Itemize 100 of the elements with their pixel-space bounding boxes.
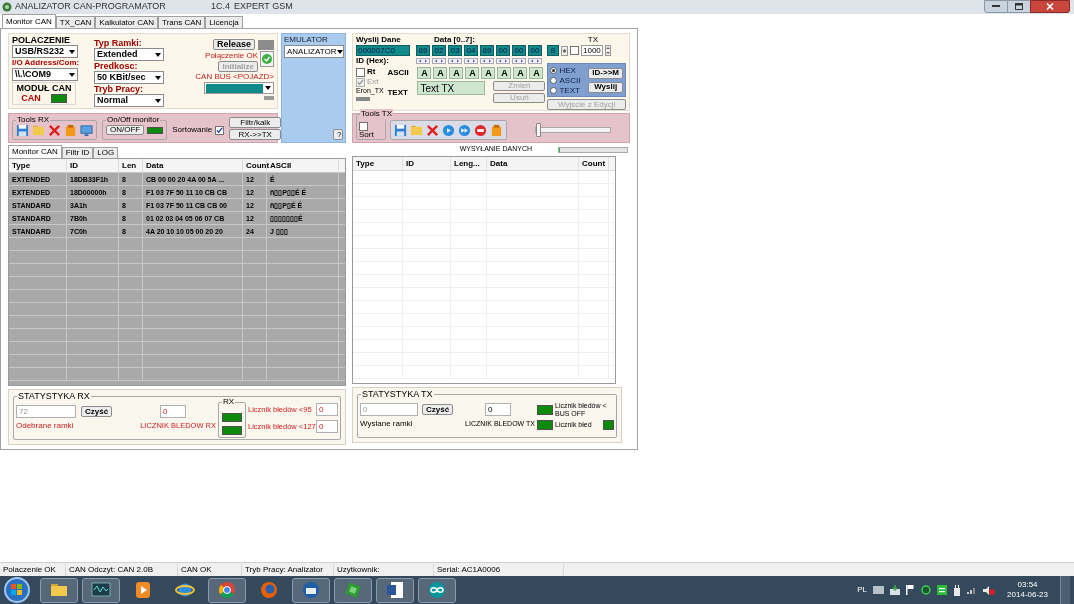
input-field[interactable]: A [449,67,464,79]
dropdown[interactable]: Extended [94,48,164,61]
radio-button[interactable] [550,86,558,94]
column-header[interactable]: Type [9,159,67,172]
id-button[interactable]: ID->>M [588,67,623,79]
input-field[interactable]: 0 [316,403,338,416]
radio-button[interactable] [550,66,558,74]
column-header[interactable]: Type [353,157,403,170]
app-icon [2,2,12,12]
input-field[interactable]: 8 [547,45,559,56]
column-header[interactable]: ID [67,159,119,172]
tab[interactable]: Licencja [205,16,243,28]
keyboard-icon [873,586,885,594]
column-header[interactable]: Data [487,157,579,170]
column-header[interactable]: Leng... [451,157,487,170]
tab[interactable]: Trans CAN [158,16,206,28]
input-field[interactable]: A [513,67,528,79]
dropdown[interactable]: \\.\COM9 [12,68,78,81]
radio-label: TEXT [559,85,580,95]
help-button[interactable]: ? [333,129,343,140]
column-header[interactable]: Count [243,159,267,172]
indicator-box [356,97,370,101]
taskbar-button[interactable] [82,577,120,603]
checkbox-label: Ext [367,76,379,88]
tab[interactable]: Monitor CAN [2,14,56,28]
input-field[interactable]: Text TX [417,81,486,95]
caret-icon [155,75,161,80]
save-icon [394,123,407,137]
checkbox[interactable] [570,46,579,55]
taskbar-button[interactable] [208,577,246,603]
stop-icon [474,123,487,137]
close-icon [1046,3,1054,10]
play-icon [442,123,455,137]
checkbox[interactable] [356,67,365,77]
input-field[interactable]: A [497,67,512,79]
close-button[interactable] [1030,0,1070,13]
input-field[interactable]: 00 [512,45,526,56]
dropdown[interactable] [204,82,274,94]
status-text: Polaczenie OK [0,563,66,576]
section-label: POLACZENIE [12,35,71,45]
dropdown[interactable]: Normal [94,94,164,107]
input-field[interactable]: 00 [496,45,510,56]
input-field[interactable]: 0 [316,420,338,433]
dropdown[interactable]: 50 KBit/sec [94,71,164,84]
maximize-button[interactable] [1008,0,1030,13]
minimize-button[interactable] [984,0,1008,13]
taskbar-button[interactable] [292,577,330,603]
globe-icon [259,580,279,600]
clear-button[interactable]: Czyść [81,406,113,417]
start-button[interactable] [4,577,30,603]
input-field[interactable]: 0 [485,403,511,416]
send-button[interactable]: Wyslij [588,81,623,93]
input-field[interactable]: 0 [160,405,186,418]
column-header[interactable]: Count [579,157,609,170]
input-field[interactable]: 04 [464,45,478,56]
dropdown[interactable]: ANALIZATOR [284,45,344,58]
tab[interactable]: Monitor CAN [8,145,62,158]
caret-icon [265,86,271,90]
column-header[interactable]: Data [143,159,243,172]
tab[interactable]: Kalkulator CAN [95,16,159,28]
input-field[interactable]: 00 [528,45,542,56]
checkbox[interactable] [359,122,368,131]
spinner-icon [416,57,430,64]
module-label: CAN [21,93,41,104]
filter-button[interactable]: Filtr/kalk [229,117,282,128]
input-field[interactable]: A [529,67,544,79]
save-icon [16,123,29,137]
taskbar-button[interactable] [376,577,414,603]
column-header[interactable]: ID [403,157,451,170]
toggle-button[interactable]: ON/OFF [106,125,145,135]
taskbar-button[interactable] [334,577,372,603]
spinner-icon [496,57,510,64]
input-field[interactable]: A [481,67,496,79]
field-label: CAN BUS <POJAZD> [195,72,274,82]
radio-button[interactable] [550,76,558,84]
input-field[interactable]: 000007C0 [356,45,410,56]
column-header[interactable]: Len [119,159,143,172]
input-field[interactable]: A [417,67,432,79]
input-field[interactable]: 1000 [581,45,603,56]
plug-icon [953,584,962,596]
clear-button[interactable]: Czyść [422,404,454,415]
input-field[interactable]: 89 [480,45,494,56]
fast-forward-icon [458,123,471,137]
clipboard-icon [64,123,77,137]
tab[interactable]: TX_CAN [55,16,96,28]
release-button[interactable]: Release [212,39,255,50]
input-field[interactable]: 02 [432,45,446,56]
taskbar-button[interactable] [418,577,456,603]
input-field[interactable]: A [433,67,448,79]
input-field[interactable]: A [465,67,480,79]
checkbox[interactable] [215,125,225,135]
taskbar-button[interactable] [40,577,78,603]
dropdown[interactable]: USB/RS232 [12,45,78,58]
slider-thumb[interactable] [536,123,541,137]
input-field[interactable]: 89 [416,45,430,56]
group-title: On/Off monitor [106,115,161,125]
copy-button[interactable]: RX->>TX [229,129,282,140]
maximize-icon [1015,3,1023,10]
input-field[interactable]: 03 [448,45,462,56]
minimize-icon [992,5,1000,8]
